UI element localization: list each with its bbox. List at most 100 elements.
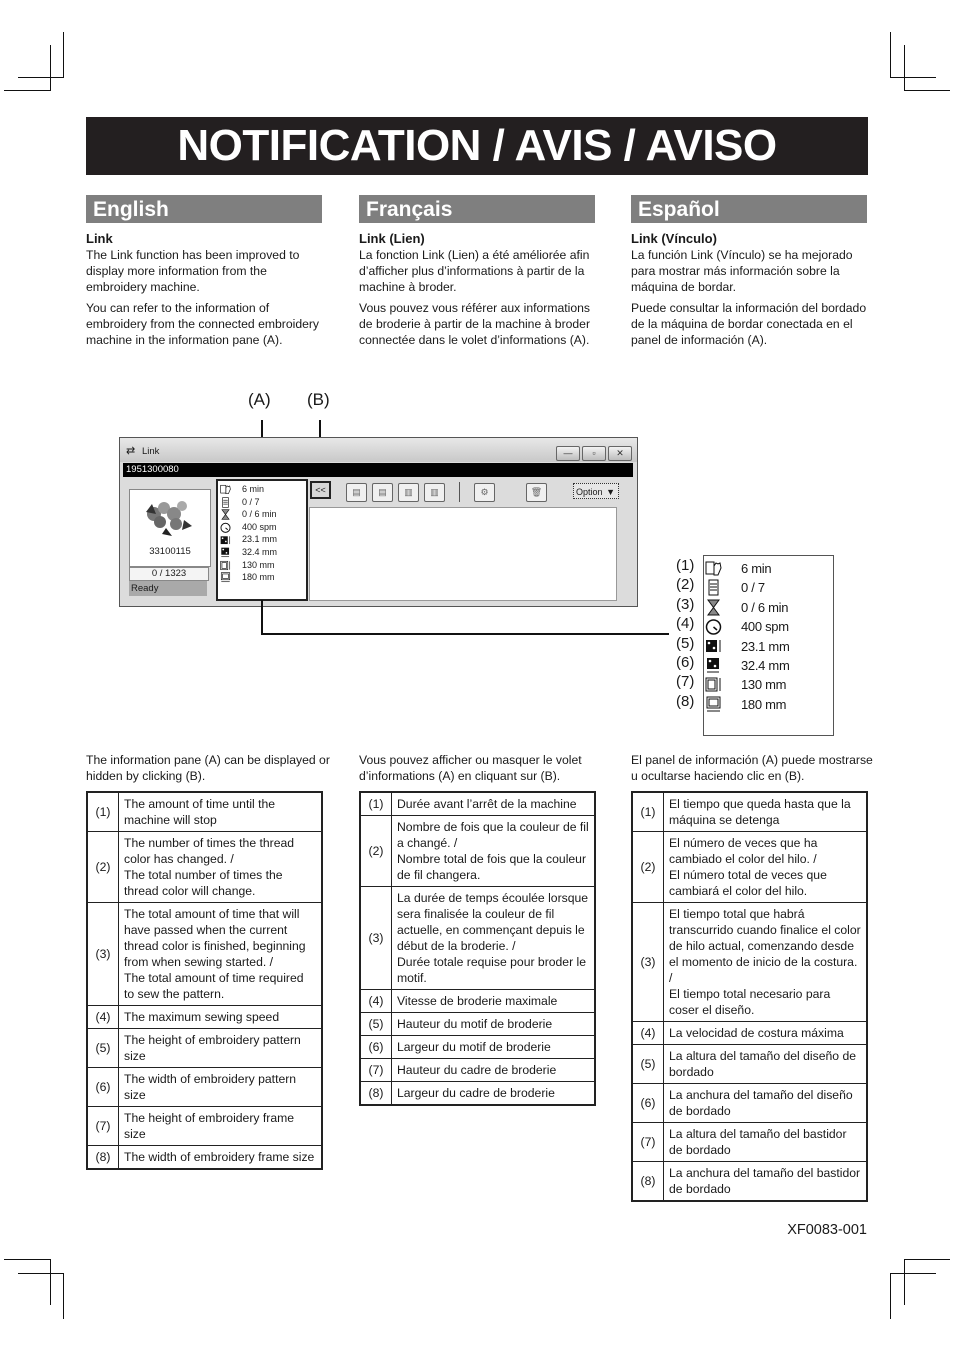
table-row: (4) La velocidad de costura máxima — [631, 1021, 868, 1045]
table-row: (8) The width of embroidery frame size — [86, 1145, 323, 1170]
pattern-height-icon — [705, 638, 722, 655]
row-description: La altura del tamaño del bastidor de bor… — [663, 1122, 868, 1162]
row-number: (8) — [86, 1145, 119, 1170]
info-value: 400 spm — [242, 521, 277, 532]
row-description: Hauteur du motif de broderie — [391, 1012, 596, 1036]
document-id: XF0083-001 — [787, 1222, 867, 1238]
info-value: 0 / 6 min — [242, 509, 277, 520]
table-row: (7) Hauteur du cadre de broderie — [359, 1058, 596, 1082]
info-pane-enlarged-row: 0 / 6 min — [704, 598, 832, 617]
row-number: (5) — [359, 1012, 392, 1036]
row-description: The total amount of time that will have … — [118, 902, 323, 1006]
close-button[interactable]: ✕ — [608, 446, 632, 461]
row-description: The maximum sewing speed — [118, 1005, 323, 1029]
toolbar-button-4[interactable]: ▥ — [424, 483, 445, 502]
info-number-label: (5) — [676, 634, 695, 652]
french-toggle-note: Vous pouvez afficher ou masquer le volet… — [359, 753, 582, 783]
table-row: (2) The number of times the thread color … — [86, 831, 323, 903]
row-description: Hauteur du cadre de broderie — [391, 1058, 596, 1082]
info-pane-enlarged-row: 32.4 mm — [704, 656, 832, 675]
pane-leader-vertical — [261, 600, 263, 635]
table-row: (3) La durée de temps écoulée lorsque ser… — [359, 886, 596, 990]
row-description: La altura del tamaño del diseño de borda… — [663, 1044, 868, 1084]
row-number: (4) — [86, 1005, 119, 1029]
row-number: (7) — [359, 1058, 392, 1082]
info-value: 0 / 7 — [242, 496, 260, 507]
machine-serial-bar[interactable]: 1951300080 — [123, 463, 633, 477]
info-pane-enlarged-row: 6 min — [704, 559, 832, 578]
row-description: The width of embroidery frame size — [118, 1145, 323, 1170]
trash-icon: 🗑 — [530, 487, 543, 497]
option-dropdown[interactable]: Option ▼ — [573, 483, 619, 499]
info-value: 23.1 mm — [242, 534, 278, 545]
log-panel[interactable] — [309, 507, 617, 601]
info-pane-row: 6 min — [220, 483, 264, 495]
toolbar-button-3[interactable]: ▥ — [398, 483, 419, 502]
row-number: (6) — [359, 1035, 392, 1059]
info-pane-row: 180 mm — [220, 571, 275, 583]
spanish-paragraph: Puede consultar la información del borda… — [631, 301, 867, 347]
table-row: (3) The total amount of time that will ha… — [86, 902, 323, 1006]
row-number: (3) — [86, 902, 119, 1006]
english-paragraph: The Link function has been improved to d… — [86, 248, 300, 294]
link-window: ⇄ Link — ▫ ✕ 1951300080 33100115 0 / 132… — [119, 437, 638, 607]
minimize-button[interactable]: — — [556, 446, 580, 461]
english-heading: Link — [86, 231, 113, 246]
link-app-icon: ⇄ — [126, 445, 136, 457]
row-description: La anchura del tamaño del bastidor de bo… — [663, 1161, 868, 1202]
row-description: Durée avant l’arrêt de la machine — [391, 791, 596, 816]
crop-mark — [4, 1259, 50, 1260]
toolbar-button-1[interactable]: ▤ — [346, 483, 367, 502]
row-description: The height of embroidery frame size — [118, 1106, 323, 1146]
crop-mark — [18, 77, 64, 78]
spanish-legend-table: (1) El tiempo que queda hasta que la máqu… — [631, 791, 868, 1202]
row-number: (5) — [631, 1044, 664, 1084]
maximize-button[interactable]: ▫ — [582, 446, 606, 461]
design-thumbnail[interactable]: 33100115 — [129, 489, 211, 567]
thread-spool-icon — [220, 497, 232, 508]
crop-mark — [890, 1273, 891, 1319]
pane-leader-horizontal — [261, 633, 669, 635]
row-number: (7) — [631, 1122, 664, 1162]
english-intro: Link The Link function has been improved… — [86, 230, 326, 353]
hourglass-icon — [705, 599, 722, 616]
row-number: (6) — [86, 1067, 119, 1107]
french-legend-table: (1) Durée avant l’arrêt de la machine (2) N… — [359, 791, 596, 1106]
hourglass-icon — [220, 509, 232, 520]
spanish-paragraph: La función Link (Vínculo) se ha mejorado… — [631, 248, 853, 294]
frame-height-icon — [220, 560, 232, 571]
table-row: (5) The height of embroidery pattern size — [86, 1028, 323, 1068]
crop-mark — [4, 90, 50, 91]
section-header-english: English — [86, 195, 322, 223]
info-value: 130 mm — [242, 559, 275, 570]
crop-mark — [904, 1259, 905, 1305]
flower-design-image — [146, 501, 192, 536]
table-row: (2) Nombre de fois que la couleur de fil … — [359, 815, 596, 887]
delete-button[interactable]: 🗑 — [526, 483, 547, 502]
speedometer-icon — [705, 618, 722, 635]
row-description: Largeur du cadre de broderie — [391, 1081, 596, 1106]
info-pane-row: 0 / 7 — [220, 496, 260, 508]
row-number: (3) — [359, 886, 392, 990]
row-number: (2) — [631, 831, 664, 903]
window-title: Link — [142, 446, 160, 457]
table-row: (1) The amount of time until the machine … — [86, 791, 323, 832]
info-value: 6 min — [242, 484, 265, 494]
info-number-label: (3) — [676, 595, 695, 613]
row-number: (1) — [631, 791, 664, 832]
row-description: The number of times the thread color has… — [118, 831, 323, 903]
stitch-counter: 0 / 1323 — [129, 567, 209, 581]
info-pane-row: 32.4 mm — [220, 546, 277, 558]
toolbar-button-5[interactable]: ⚙ — [474, 483, 495, 502]
info-pane-enlarged-row: 180 mm — [704, 695, 832, 714]
row-description: El tiempo total que habrá transcurrido c… — [663, 902, 868, 1022]
spanish-intro: Link (Vínculo) La función Link (Vínculo)… — [631, 230, 871, 353]
info-number-label: (8) — [676, 692, 695, 710]
row-number: (4) — [631, 1021, 664, 1045]
crop-mark — [50, 45, 51, 91]
callout-b-label: (B) — [307, 390, 330, 409]
row-description: Largeur du motif de broderie — [391, 1035, 596, 1059]
toggle-info-pane-button[interactable]: << — [310, 481, 331, 499]
crop-mark — [18, 1273, 64, 1274]
toolbar-button-2[interactable]: ▤ — [372, 483, 393, 502]
